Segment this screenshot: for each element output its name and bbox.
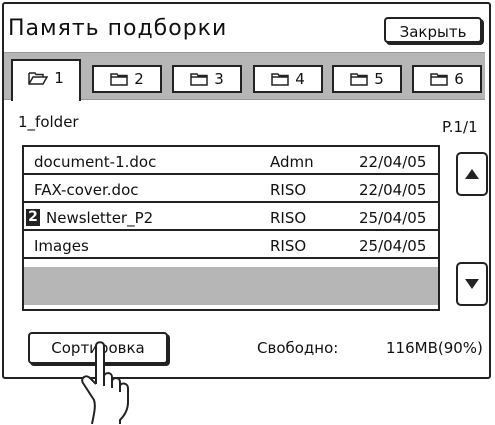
file-owner: Admn: [270, 153, 314, 171]
tab-label: 6: [454, 70, 464, 88]
tab-folder-1[interactable]: 1: [11, 59, 81, 101]
tab-folder-6[interactable]: 6: [412, 65, 482, 93]
window-title: Память подборки: [8, 16, 228, 41]
tab-label: 2: [134, 70, 144, 88]
file-name: Newsletter_P2: [46, 209, 154, 227]
folder-icon: [430, 73, 448, 86]
list-item[interactable]: Images RISO 25/04/05: [24, 233, 438, 259]
file-owner: RISO: [270, 237, 307, 255]
scroll-up-button[interactable]: [456, 152, 488, 196]
list-item[interactable]: document-1.doc Admn 22/04/05: [24, 149, 438, 175]
tab-label: 1: [54, 69, 64, 87]
folder-icon: [190, 73, 208, 86]
free-space-label: Свободно:: [257, 339, 339, 357]
file-date: 25/04/05: [359, 209, 427, 227]
folder-icon: [350, 73, 368, 86]
tab-folder-5[interactable]: 5: [332, 65, 402, 93]
file-date: 22/04/05: [359, 153, 427, 171]
current-folder-name: 1_folder: [18, 113, 79, 131]
free-space-value: 116MB(90%): [386, 339, 483, 357]
close-button[interactable]: Закрыть: [384, 17, 482, 43]
file-date: 25/04/05: [359, 237, 427, 255]
tab-label: 3: [214, 70, 224, 88]
folder-open-icon: [28, 72, 49, 85]
tab-folder-2[interactable]: 2: [92, 65, 162, 93]
tab-label: 5: [374, 70, 384, 88]
file-name: document-1.doc: [34, 153, 157, 171]
tab-folder-3[interactable]: 3: [172, 65, 242, 93]
file-name: Images: [34, 237, 89, 255]
file-owner: RISO: [270, 209, 307, 227]
scroll-up-icon: [465, 169, 479, 179]
file-list: document-1.doc Admn 22/04/05 FAX-cover.d…: [22, 145, 440, 311]
tab-folder-4[interactable]: 4: [253, 65, 323, 93]
empty-list-row: [24, 267, 438, 305]
folder-tab-bar: 1 2 3 4 5 6: [4, 52, 485, 101]
file-date: 22/04/05: [359, 181, 427, 199]
selection-order-badge: 2: [26, 209, 40, 226]
list-item[interactable]: 2 Newsletter_P2 RISO 25/04/05: [24, 205, 438, 231]
scroll-down-icon: [465, 279, 479, 289]
tab-label: 4: [295, 70, 305, 88]
scroll-down-button[interactable]: [456, 262, 488, 306]
folder-icon: [271, 73, 289, 86]
file-owner: RISO: [270, 181, 307, 199]
folder-icon: [110, 73, 128, 86]
file-name: FAX-cover.doc: [34, 181, 139, 199]
page-indicator: P.1/1: [442, 118, 478, 136]
list-item[interactable]: FAX-cover.doc RISO 22/04/05: [24, 177, 438, 203]
pointing-hand-icon: [81, 341, 129, 424]
